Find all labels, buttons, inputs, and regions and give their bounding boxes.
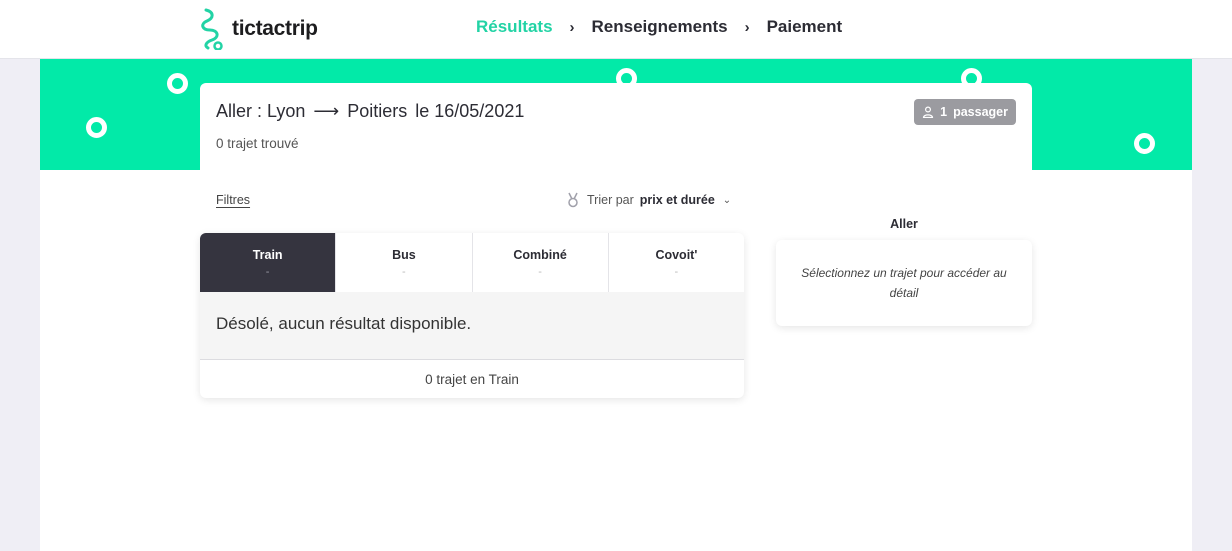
tab-label: Train	[252, 247, 283, 262]
passenger-label: passager	[953, 105, 1008, 119]
sort-dropdown[interactable]: Trier par prix et durée ⌄	[565, 192, 731, 208]
tab-price: -	[402, 265, 406, 278]
arrow-right-icon: ⟶	[313, 101, 340, 121]
tab-covoit[interactable]: Covoit' -	[608, 233, 744, 292]
step-resultats[interactable]: Résultats	[476, 17, 553, 37]
decorative-circle-icon	[167, 73, 188, 94]
results-count-footer: 0 trajet en Train	[425, 371, 519, 387]
tab-price: -	[674, 265, 679, 278]
brand-name: tictactrip	[232, 17, 318, 40]
travel-date: le 16/05/2021	[415, 101, 525, 121]
user-icon	[923, 106, 934, 118]
results-panel: Train - Bus - Combiné - Covoit' - Désolé…	[200, 233, 744, 398]
passenger-count: 1	[940, 105, 948, 119]
results-found-count: 0 trajet trouvé	[216, 136, 299, 151]
decorative-circle-icon	[86, 117, 107, 138]
trip-detail-panel: Sélectionnez un trajet pour accéder au d…	[776, 240, 1032, 326]
top-navigation-bar: tictactrip Résultats › Renseignements › …	[0, 0, 1232, 59]
passenger-badge[interactable]: 1 passager	[914, 99, 1016, 125]
medal-icon	[568, 192, 578, 208]
tab-price: -	[538, 265, 542, 278]
step-paiement[interactable]: Paiement	[767, 17, 843, 37]
route-summary: Aller : Lyon ⟶ Poitiers le 16/05/2021	[216, 101, 524, 122]
checkout-steps: Résultats › Renseignements › Paiement	[476, 17, 842, 37]
empty-results-message: Désolé, aucun résultat disponible.	[200, 292, 744, 360]
tab-label: Covoit'	[655, 247, 698, 262]
tab-label: Combiné	[513, 247, 567, 262]
tictactrip-logo-icon	[201, 8, 223, 50]
step-separator-icon: ›	[569, 18, 575, 36]
origin-city: Lyon	[267, 101, 306, 121]
step-separator-icon: ›	[744, 18, 750, 36]
destination-city: Poitiers	[347, 101, 408, 121]
step-renseignements[interactable]: Renseignements	[592, 17, 728, 37]
main-content: Aller : Lyon ⟶ Poitiers le 16/05/2021 0 …	[40, 59, 1192, 551]
search-summary-card: Aller : Lyon ⟶ Poitiers le 16/05/2021 0 …	[200, 83, 1032, 173]
sort-prefix: Trier par	[587, 193, 634, 207]
transport-tabs: Train - Bus - Combiné - Covoit' -	[200, 233, 744, 292]
sort-value: prix et durée	[639, 193, 715, 207]
direction-label: Aller :	[216, 101, 263, 121]
tab-price: -	[265, 265, 270, 278]
tab-label: Bus	[392, 247, 416, 262]
chevron-down-icon: ⌄	[722, 194, 732, 206]
tab-bus[interactable]: Bus -	[336, 233, 473, 292]
tab-train[interactable]: Train -	[200, 233, 337, 292]
detail-panel-title: Aller	[890, 217, 918, 231]
decorative-circle-icon	[1134, 133, 1155, 154]
filters-link[interactable]: Filtres	[216, 193, 250, 207]
tab-combine[interactable]: Combiné -	[472, 233, 609, 292]
brand-logo[interactable]: tictactrip	[200, 8, 318, 50]
